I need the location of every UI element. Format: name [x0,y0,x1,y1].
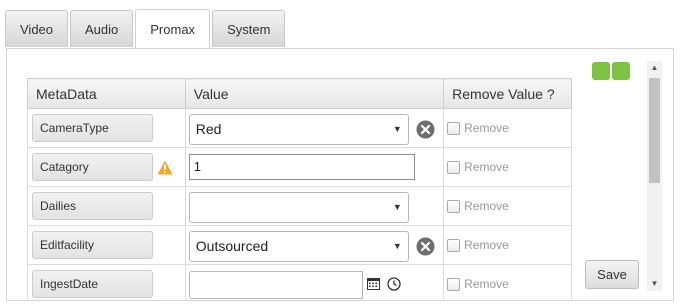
scroll-up-arrow-icon[interactable]: ▲ [647,61,662,75]
calendar-icon[interactable] [366,277,380,290]
clear-circle-icon[interactable] [416,237,435,256]
remove-label: Remove [464,121,509,135]
split-view-left-pane[interactable] [592,62,610,80]
clear-circle-icon[interactable] [416,120,435,139]
value-cell: 1 [184,147,445,187]
metadata-key-label: CameraType [32,114,153,142]
metadata-key-label: Dailies [32,192,153,220]
header-metadata: MetaData [27,78,186,109]
remove-checkbox[interactable] [447,277,461,291]
vertical-scrollbar[interactable]: ▲ ▼ [647,61,662,291]
remove-checkbox-label[interactable]: Remove [447,160,509,174]
remove-label: Remove [464,199,509,213]
split-view-right-pane[interactable] [612,62,630,80]
header-value: Value [184,78,445,109]
remove-checkbox-label[interactable]: Remove [447,277,509,291]
remove-checkbox[interactable] [447,238,461,252]
value-select[interactable]: ▼ [188,192,409,223]
remove-cell: Remove [443,264,572,300]
key-cell: CameraType [27,108,186,148]
save-button[interactable]: Save [585,260,639,289]
tab-promax[interactable]: Promax [135,9,211,49]
remove-checkbox-label[interactable]: Remove [447,199,509,213]
key-cell: Dailies [27,186,186,226]
table-row: Dailies ▼ Remove [27,186,572,226]
value-cell: ▼ [184,186,445,226]
key-cell: Editfacility [27,225,186,265]
value-cell [184,264,445,300]
remove-checkbox-label[interactable]: Remove [447,238,509,252]
split-view-icon[interactable] [592,62,630,80]
warning-triangle-icon [157,160,173,175]
clock-icon[interactable] [387,277,401,291]
remove-cell: Remove [443,147,572,187]
remove-checkbox-label[interactable]: Remove [447,121,509,135]
remove-checkbox[interactable] [447,199,461,213]
chevron-down-icon: ▼ [392,124,402,134]
remove-label: Remove [464,238,509,252]
key-cell: Catagory [27,147,186,187]
key-cell: IngestDate [27,264,186,300]
chevron-down-icon: ▼ [392,202,402,212]
scrollbar-thumb[interactable] [649,78,660,183]
scroll-down-arrow-icon[interactable]: ▼ [647,277,662,291]
metadata-panel: MetaData Value Remove Value ? CameraType… [6,48,674,301]
select-value: Outsourced [195,238,269,254]
value-text-input[interactable]: 1 [188,154,415,180]
value-cell: Outsourced ▼ [184,225,445,265]
value-cell: Red ▼ [184,108,445,148]
metadata-key-label: Catagory [32,153,153,181]
table-row: Editfacility Outsourced ▼ Remove [27,225,572,265]
metadata-key-label: IngestDate [32,270,153,298]
remove-cell: Remove [443,186,572,226]
value-select[interactable]: Red ▼ [188,114,409,145]
metadata-table: MetaData Value Remove Value ? CameraType… [27,78,572,300]
tab-system[interactable]: System [212,10,286,47]
remove-label: Remove [464,160,509,174]
remove-label: Remove [464,277,509,291]
tab-bar: Video Audio Promax System [5,9,286,49]
remove-cell: Remove [443,108,572,148]
select-value: Red [195,121,222,137]
tab-video[interactable]: Video [5,10,69,47]
metadata-key-label: Editfacility [32,231,153,259]
value-select[interactable]: Outsourced ▼ [188,231,409,262]
table-row: IngestDate Remove [27,264,572,300]
remove-checkbox[interactable] [447,121,461,135]
date-input[interactable] [188,271,363,299]
header-remove-value: Remove Value ? [443,78,572,109]
table-row: CameraType Red ▼ Remove [27,108,572,148]
remove-cell: Remove [443,225,572,265]
chevron-down-icon: ▼ [392,241,402,251]
table-row: Catagory 1 Remove [27,147,572,187]
remove-checkbox[interactable] [447,160,461,174]
table-header-row: MetaData Value Remove Value ? [27,78,572,109]
tab-audio[interactable]: Audio [70,10,134,47]
